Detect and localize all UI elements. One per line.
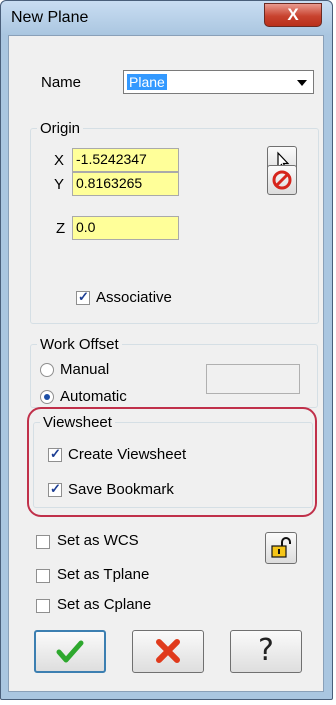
x-label: X	[54, 152, 65, 169]
set-as-cplane-label: Set as Cplane	[57, 596, 152, 613]
set-as-tplane-checkbox[interactable]	[36, 569, 50, 583]
associative-checkbox[interactable]	[76, 289, 90, 305]
z-field[interactable]: 0.0	[72, 216, 179, 240]
close-button[interactable]: X	[264, 3, 322, 27]
set-as-tplane-label: Set as Tplane	[57, 566, 150, 583]
green-check-icon	[56, 640, 84, 663]
manual-radio[interactable]	[40, 363, 54, 377]
set-as-wcs-label: Set as WCS	[57, 532, 139, 549]
window-title: New Plane	[11, 9, 89, 26]
work-offset-title: Work Offset	[37, 336, 122, 353]
x-field[interactable]: -1.5242347	[72, 148, 179, 172]
y-field[interactable]: 0.8163265	[72, 172, 179, 196]
associative-label: Associative	[96, 289, 172, 306]
question-mark-icon: ?	[258, 633, 274, 668]
set-as-cplane-checkbox[interactable]	[36, 599, 50, 613]
name-label: Name	[41, 74, 82, 91]
y-label: Y	[54, 176, 65, 193]
automatic-radio[interactable]	[40, 390, 54, 404]
name-value: Plane	[127, 74, 167, 90]
z-label: Z	[56, 220, 66, 237]
origin-group-title: Origin	[37, 120, 84, 137]
manual-label: Manual	[60, 361, 110, 378]
work-offset-number-field	[206, 364, 300, 394]
set-as-wcs-checkbox[interactable]	[36, 535, 50, 549]
help-button[interactable]: ?	[230, 630, 302, 673]
lock-button[interactable]	[265, 532, 297, 564]
no-entry-icon	[272, 170, 292, 190]
annotation-highlight	[27, 407, 317, 517]
red-x-icon	[156, 639, 180, 663]
open-padlock-icon	[271, 537, 291, 558]
cancel-button[interactable]	[132, 630, 204, 673]
title-bar[interactable]: New Plane X	[1, 1, 332, 35]
clear-origin-button[interactable]	[267, 165, 297, 195]
name-dropdown[interactable]: Plane	[123, 70, 314, 94]
automatic-label: Automatic	[60, 388, 127, 405]
chevron-down-icon[interactable]	[297, 80, 307, 86]
ok-button[interactable]	[34, 630, 106, 673]
